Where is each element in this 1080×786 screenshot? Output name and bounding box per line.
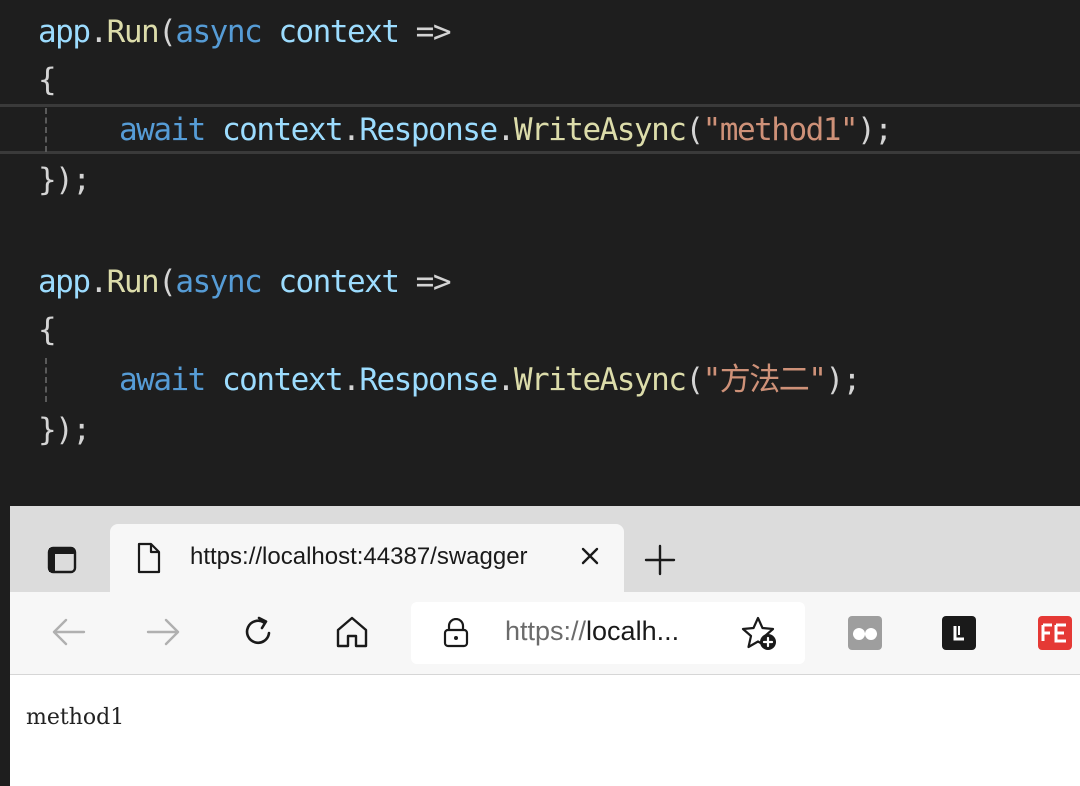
code-token: ); xyxy=(857,112,893,148)
browser-window: https://localhost:44387/swagger https://… xyxy=(10,506,1080,786)
code-token: ( xyxy=(685,362,704,398)
code-token: { xyxy=(38,62,57,98)
forward-arrow-icon[interactable] xyxy=(144,612,184,652)
lock-icon[interactable] xyxy=(443,617,469,652)
code-token: context xyxy=(222,362,344,398)
code-token: }); xyxy=(38,162,91,198)
code-editor[interactable]: app.Run(async context => { await context… xyxy=(0,0,1080,506)
code-token: . xyxy=(496,112,516,148)
code-token: async xyxy=(175,14,262,50)
code-token: . xyxy=(342,362,361,398)
code-token: async xyxy=(175,264,262,300)
back-arrow-icon[interactable] xyxy=(48,612,88,652)
add-favorite-icon[interactable] xyxy=(741,616,779,656)
code-line[interactable]: { xyxy=(38,55,57,105)
code-token: }); xyxy=(38,412,91,448)
new-tab-button[interactable] xyxy=(642,542,678,578)
string-literal: "method1" xyxy=(702,112,859,148)
refresh-icon[interactable] xyxy=(238,612,278,652)
code-line[interactable]: await context.Response.WriteAsync("方法二")… xyxy=(38,355,861,405)
tab-title: https://localhost:44387/swagger xyxy=(190,543,528,570)
code-line[interactable]: await context.Response.WriteAsync("metho… xyxy=(38,105,893,155)
code-token: await xyxy=(119,112,206,148)
browser-toolbar: https://localh... xyxy=(10,592,1080,675)
tab-active[interactable]: https://localhost:44387/swagger xyxy=(110,524,624,592)
code-line[interactable]: app.Run(async context => xyxy=(38,257,452,307)
code-token: ); xyxy=(825,362,861,398)
code-token: . xyxy=(89,264,109,300)
code-token: Run xyxy=(106,264,160,300)
code-line[interactable]: app.Run(async context => xyxy=(38,7,452,57)
code-token: context xyxy=(278,264,400,300)
code-token: context xyxy=(278,14,400,50)
code-token: Run xyxy=(106,14,160,50)
code-token: app xyxy=(38,14,91,50)
url-host: localh... xyxy=(586,616,680,646)
code-token: Response xyxy=(359,112,498,148)
code-token: => xyxy=(415,264,452,300)
page-content: method1 xyxy=(10,675,1080,786)
code-token: WriteAsync xyxy=(513,362,687,398)
code-token: ( xyxy=(158,14,177,50)
tab-actions-icon[interactable] xyxy=(38,536,86,584)
address-bar[interactable]: https://localh... xyxy=(411,602,805,664)
response-text: method1 xyxy=(26,705,125,730)
code-token: . xyxy=(89,14,109,50)
code-token: await xyxy=(119,362,206,398)
code-token: app xyxy=(38,264,91,300)
code-line[interactable]: { xyxy=(38,305,57,355)
code-token: => xyxy=(415,14,452,50)
code-token: . xyxy=(496,362,516,398)
code-token: . xyxy=(342,112,361,148)
code-line[interactable]: }); xyxy=(38,155,91,205)
code-token: ( xyxy=(685,112,704,148)
l-extension-icon[interactable] xyxy=(942,616,976,650)
fe-extension-icon[interactable] xyxy=(1038,616,1072,650)
code-token: ( xyxy=(158,264,177,300)
code-token: context xyxy=(222,112,344,148)
address-text: https://localh... xyxy=(505,616,679,647)
string-literal: "方法二" xyxy=(702,362,827,398)
code-token: { xyxy=(38,312,57,348)
code-token: WriteAsync xyxy=(513,112,687,148)
url-protocol: https:// xyxy=(505,616,587,646)
close-tab-icon[interactable] xyxy=(576,542,604,570)
code-line[interactable]: }); xyxy=(38,405,91,455)
code-token: Response xyxy=(359,362,498,398)
page-icon xyxy=(136,542,162,578)
home-icon[interactable] xyxy=(332,612,372,652)
tab-bar: https://localhost:44387/swagger xyxy=(10,506,1080,592)
mask-extension-icon[interactable] xyxy=(848,616,882,650)
